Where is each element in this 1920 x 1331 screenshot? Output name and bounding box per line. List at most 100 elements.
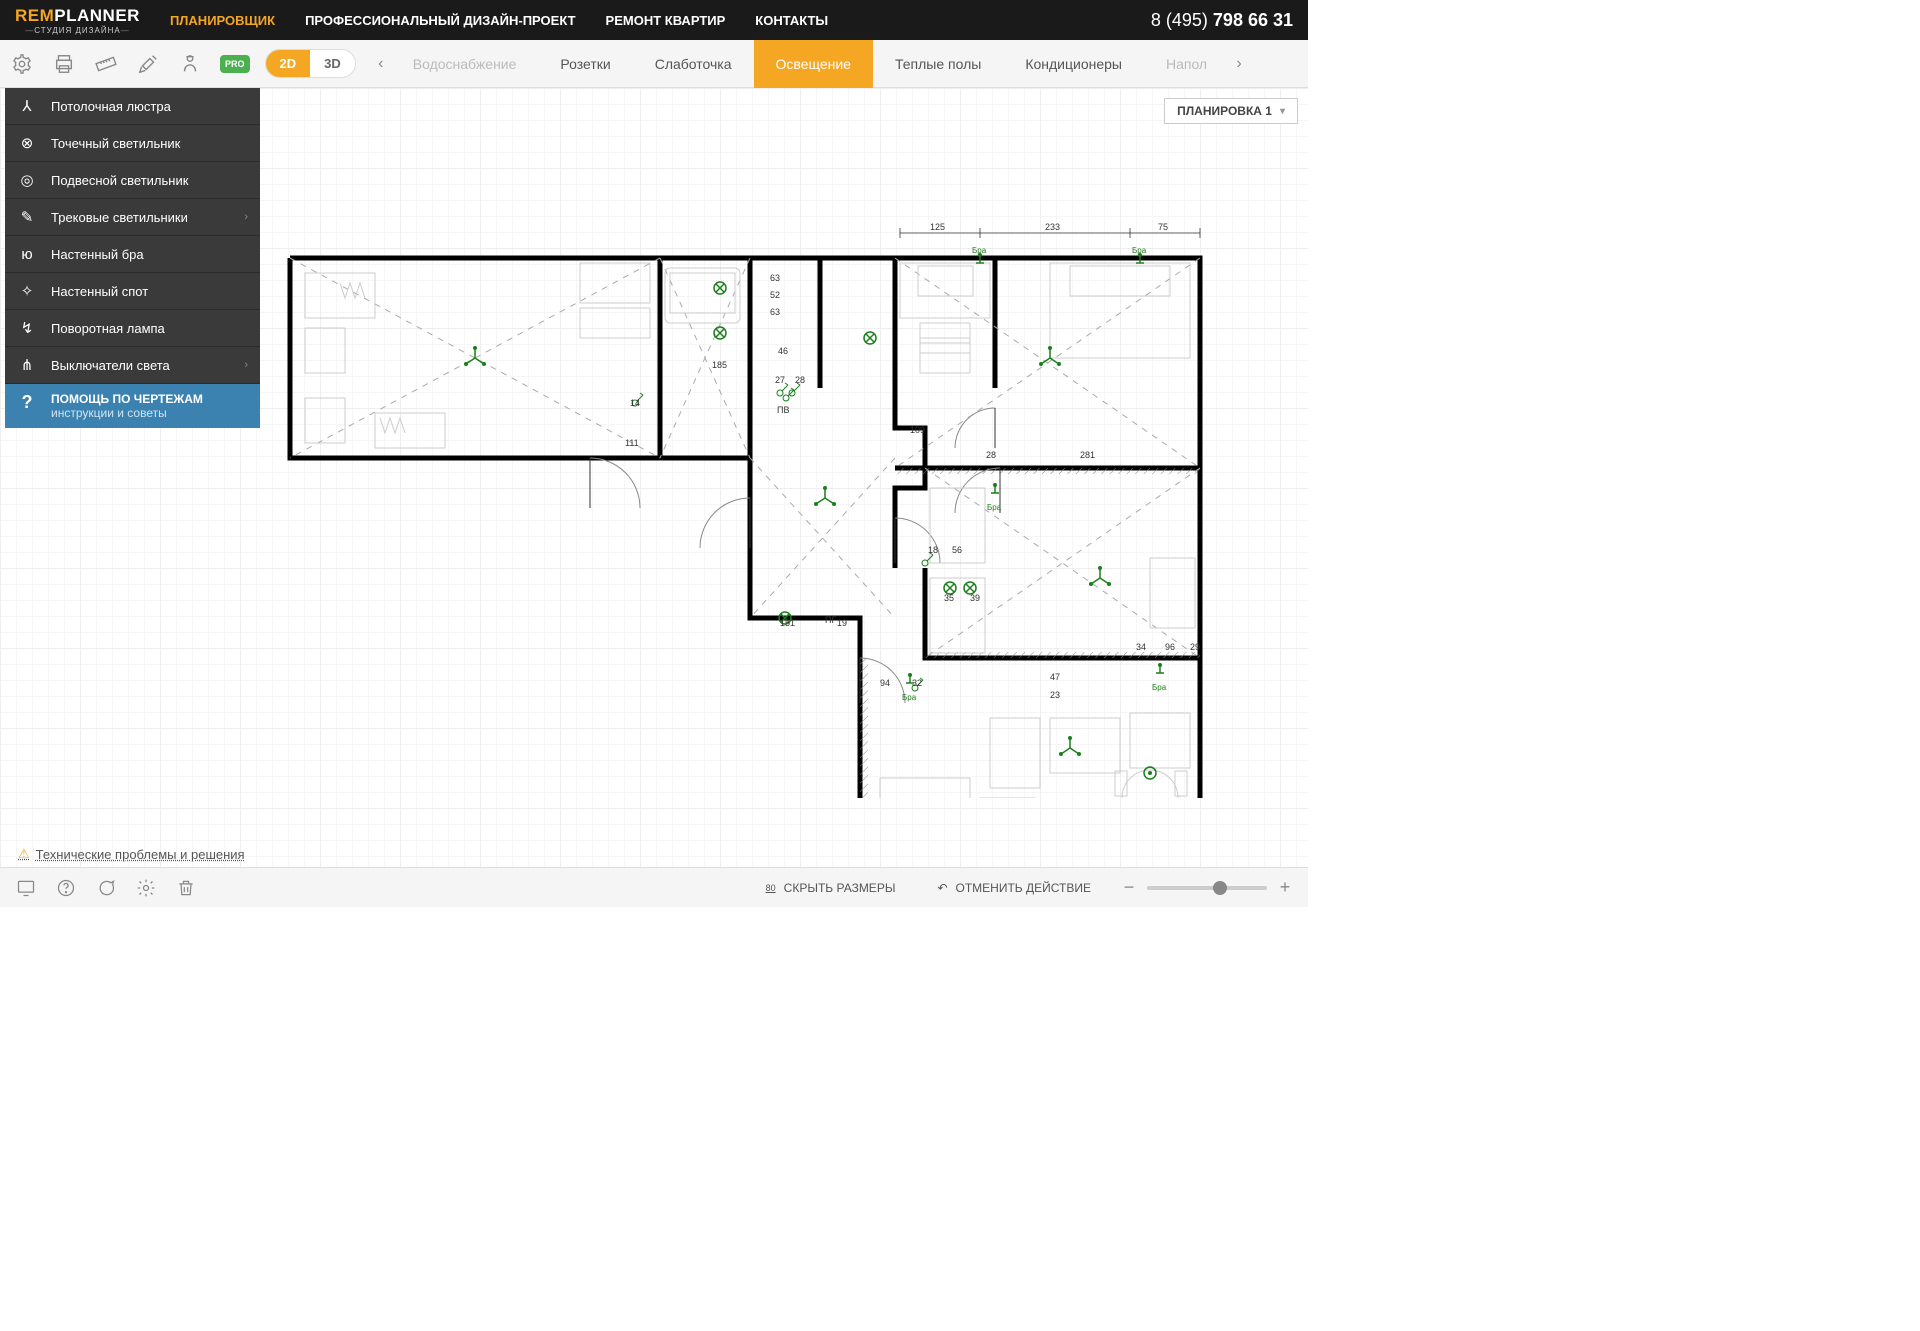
panel-track[interactable]: ✎ Трековые светильники › <box>5 199 260 236</box>
svg-text:18: 18 <box>928 545 938 555</box>
svg-text:111: 111 <box>625 438 639 448</box>
worker-icon[interactable] <box>178 52 202 76</box>
zoom-out-button[interactable]: − <box>1121 877 1137 898</box>
view-2d-button[interactable]: 2D <box>266 50 311 77</box>
view-toggle: 2D 3D <box>265 49 356 78</box>
screen-icon[interactable] <box>15 877 37 899</box>
tab-heating[interactable]: Теплые полы <box>873 40 1003 88</box>
svg-text:ПГ: ПГ <box>825 615 836 625</box>
svg-text:151: 151 <box>780 618 795 628</box>
svg-text:Бра: Бра <box>972 246 987 255</box>
svg-text:52: 52 <box>770 290 780 300</box>
gear-icon[interactable] <box>135 877 157 899</box>
bottom-bar: 80 СКРЫТЬ РАЗМЕРЫ ↶ ОТМЕНИТЬ ДЕЙСТВИЕ − … <box>0 867 1308 907</box>
tabs-prev-icon[interactable]: ‹ <box>371 55 391 73</box>
track-icon: ✎ <box>17 208 37 226</box>
hide-sizes-button[interactable]: 80 СКРЫТЬ РАЗМЕРЫ <box>754 881 908 895</box>
svg-text:28: 28 <box>986 450 996 460</box>
svg-text:185: 185 <box>712 360 727 370</box>
svg-text:23: 23 <box>1050 690 1060 700</box>
spotlight-icon: ⊗ <box>17 134 37 152</box>
settings-icon[interactable] <box>10 52 34 76</box>
svg-text:ПВ: ПВ <box>777 405 789 415</box>
panel-wall-bra[interactable]: ю Настенный бра <box>5 236 260 273</box>
tabs-next-icon[interactable]: › <box>1229 55 1249 73</box>
svg-text:109: 109 <box>910 425 925 435</box>
tab-sockets[interactable]: Розетки <box>538 40 632 88</box>
help-icon: ? <box>17 392 37 413</box>
svg-text:281: 281 <box>1080 450 1095 460</box>
tools-icon[interactable] <box>136 52 160 76</box>
svg-text:47: 47 <box>1050 672 1060 682</box>
svg-text:27: 27 <box>775 375 785 385</box>
svg-text:14: 14 <box>630 398 640 408</box>
panel-ceiling-lamp[interactable]: ⅄ Потолочная люстра <box>5 88 260 125</box>
logo-subtitle: СТУДИЯ ДИЗАЙНА <box>15 26 140 35</box>
svg-text:34: 34 <box>1136 642 1146 652</box>
chat-icon[interactable] <box>95 877 117 899</box>
phone-number[interactable]: 8 (495) 798 66 31 <box>1151 10 1293 31</box>
svg-text:19: 19 <box>837 618 847 628</box>
svg-text:46: 46 <box>778 346 788 356</box>
logo-prefix: REM <box>15 6 54 25</box>
help-circle-icon[interactable] <box>55 877 77 899</box>
ceiling-lamp-icon: ⅄ <box>17 97 37 115</box>
layout-selector[interactable]: ПЛАНИРОВКА 1 <box>1164 98 1298 124</box>
logo-suffix: PLANNER <box>54 6 140 25</box>
toolbar: PRO 2D 3D ‹ Водоснабжение Розетки Слабот… <box>0 40 1308 88</box>
pro-badge[interactable]: PRO <box>220 55 250 73</box>
panel-help[interactable]: ? ПОМОЩЬ ПО ЧЕРТЕЖАМ инструкции и советы <box>5 384 260 428</box>
warning-icon: ⚠ <box>18 846 30 862</box>
undo-button[interactable]: ↶ ОТМЕНИТЬ ДЕЙСТВИЕ <box>925 881 1103 895</box>
svg-text:56: 56 <box>952 545 962 555</box>
panel-spotlight[interactable]: ⊗ Точечный светильник <box>5 125 260 162</box>
undo-icon: ↶ <box>937 881 947 895</box>
panel-switches[interactable]: ⋔ Выключатели света › <box>5 347 260 384</box>
trash-icon[interactable] <box>175 877 197 899</box>
view-3d-button[interactable]: 3D <box>310 50 355 77</box>
zoom-control: − + <box>1121 877 1293 898</box>
svg-text:28: 28 <box>795 375 805 385</box>
nav-planner[interactable]: ПЛАНИРОВЩИК <box>170 13 275 28</box>
ruler-icon[interactable] <box>94 52 118 76</box>
lighting-panel: ⅄ Потолочная люстра ⊗ Точечный светильни… <box>5 88 260 428</box>
svg-text:39: 39 <box>970 593 980 603</box>
canvas[interactable]: ПЛАНИРОВКА 1 ⅄ Потолочная люстра ⊗ Точеч… <box>0 88 1308 867</box>
swivel-icon: ↯ <box>17 319 37 337</box>
floor-plan[interactable]: 125 233 75 Бра Бра Бра Бра Бра <box>280 158 1240 798</box>
logo[interactable]: REMPLANNER СТУДИЯ ДИЗАЙНА <box>15 6 140 35</box>
tab-lowvolt[interactable]: Слаботочка <box>633 40 754 88</box>
main-nav: ПЛАНИРОВЩИК ПРОФЕССИОНАЛЬНЫЙ ДИЗАЙН-ПРОЕ… <box>170 13 1151 28</box>
svg-text:Бра: Бра <box>987 503 1002 512</box>
print-icon[interactable] <box>52 52 76 76</box>
category-tabs: ‹ Водоснабжение Розетки Слаботочка Освещ… <box>371 40 1298 88</box>
panel-pendant[interactable]: ◎ Подвесной светильник <box>5 162 260 199</box>
panel-swivel[interactable]: ↯ Поворотная лампа <box>5 310 260 347</box>
svg-text:233: 233 <box>1045 222 1060 232</box>
zoom-in-button[interactable]: + <box>1277 877 1293 898</box>
zoom-thumb[interactable] <box>1213 881 1227 895</box>
svg-text:32: 32 <box>912 678 922 688</box>
chevron-right-icon: › <box>244 211 248 223</box>
help-subtitle: инструкции и советы <box>51 406 203 420</box>
tab-ac[interactable]: Кондиционеры <box>1003 40 1144 88</box>
svg-text:63: 63 <box>770 273 780 283</box>
nav-design[interactable]: ПРОФЕССИОНАЛЬНЫЙ ДИЗАЙН-ПРОЕКТ <box>305 13 575 28</box>
zoom-slider[interactable] <box>1147 886 1267 890</box>
wall-spot-icon: ✧ <box>17 282 37 300</box>
svg-text:94: 94 <box>880 678 890 688</box>
bra-icon: ю <box>17 246 37 263</box>
nav-renovation[interactable]: РЕМОНТ КВАРТИР <box>606 13 726 28</box>
help-title: ПОМОЩЬ ПО ЧЕРТЕЖАМ <box>51 392 203 406</box>
svg-text:29: 29 <box>1190 642 1200 652</box>
tab-water[interactable]: Водоснабжение <box>391 40 539 88</box>
tab-floor[interactable]: Напол <box>1144 40 1229 88</box>
svg-text:125: 125 <box>930 222 945 232</box>
panel-wall-spot[interactable]: ✧ Настенный спот <box>5 273 260 310</box>
nav-contacts[interactable]: КОНТАКТЫ <box>755 13 828 28</box>
svg-text:Бра: Бра <box>1132 246 1147 255</box>
svg-text:Бра: Бра <box>902 693 917 702</box>
tab-lighting[interactable]: Освещение <box>754 40 873 88</box>
svg-text:35: 35 <box>944 593 954 603</box>
issues-link[interactable]: ⚠ Технические проблемы и решения <box>18 846 245 862</box>
